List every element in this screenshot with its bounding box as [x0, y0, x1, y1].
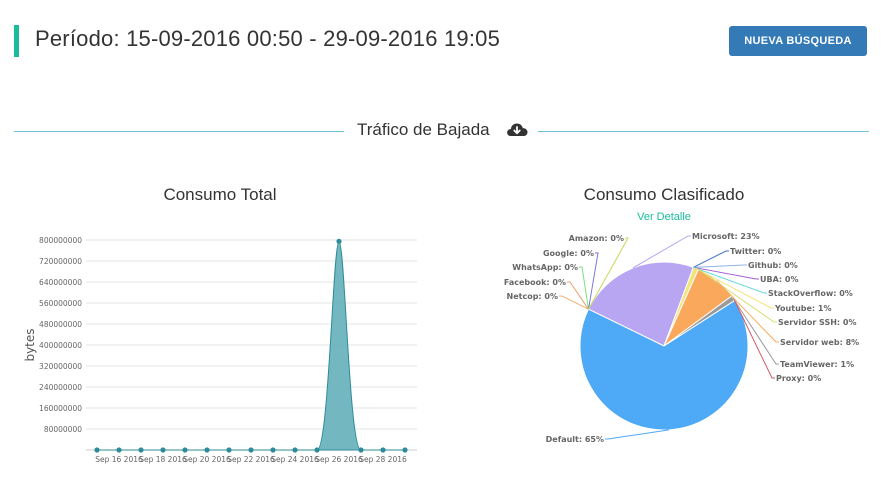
- section-divider-left: [14, 131, 344, 132]
- chart-title-total: Consumo Total: [163, 185, 277, 204]
- pie-label: Default: 65%: [546, 435, 604, 444]
- pie-connector: [693, 250, 729, 268]
- chart-title-classified: Consumo Clasificado: [583, 185, 745, 204]
- pie-label: WhatsApp: 0%: [512, 263, 578, 272]
- pie-connector: [605, 429, 670, 440]
- pie-label: Microsoft: 23%: [692, 232, 760, 241]
- pie-label: Servidor web: 8%: [780, 338, 859, 347]
- pie-label: Amazon: 0%: [569, 234, 624, 243]
- cloud-download-icon: [507, 123, 528, 136]
- page-title: Período: 15-09-2016 00:50 - 29-09-2016 1…: [35, 26, 501, 51]
- pie-label: TeamViewer: 1%: [780, 360, 854, 369]
- section-title: Tráfico de Bajada: [357, 120, 490, 139]
- section-divider-right: [538, 131, 869, 132]
- pie-label: Youtube: 1%: [774, 304, 832, 313]
- new-search-button[interactable]: NUEVA BÚSQUEDA: [729, 26, 867, 56]
- header-accent-bar: [14, 25, 19, 57]
- pie-label: Servidor SSH: 0%: [778, 318, 856, 327]
- pie-label: Google: 0%: [543, 249, 594, 258]
- pie-label: UBA: 0%: [760, 275, 799, 284]
- pie-label: Proxy: 0%: [776, 374, 821, 383]
- pie-label: StackOverflow: 0%: [768, 289, 853, 298]
- classified-consumption-chart: Microsoft: 23% Twitter: 0% Github: 0% UBA: …: [504, 232, 859, 444]
- pie-connector: [693, 264, 747, 268]
- pie-label: Twitter: 0%: [730, 247, 781, 256]
- pie-label: Netcop: 0%: [507, 292, 558, 301]
- pie-label: Facebook: 0%: [504, 278, 566, 287]
- pie-label: Github: 0%: [748, 261, 798, 270]
